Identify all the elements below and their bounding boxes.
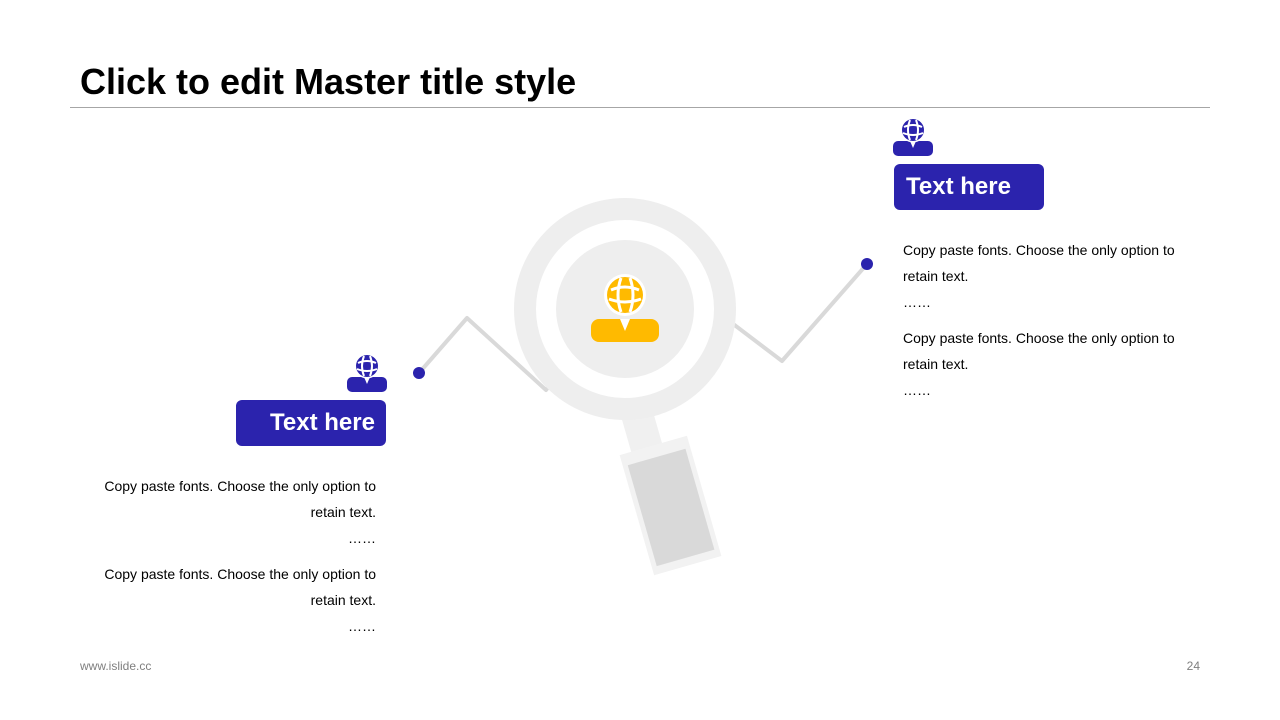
left-ellipsis-1: ……	[348, 530, 376, 546]
right-paragraph-2: Copy paste fonts. Choose the only option…	[903, 330, 1175, 372]
trend-point-start	[413, 367, 425, 379]
left-paragraph-1: Copy paste fonts. Choose the only option…	[104, 478, 376, 520]
right-label-box[interactable]: Text here	[894, 164, 1044, 210]
right-paragraph-1: Copy paste fonts. Choose the only option…	[903, 242, 1175, 284]
left-body-text[interactable]: Copy paste fonts. Choose the only option…	[81, 473, 376, 649]
right-body-text[interactable]: Copy paste fonts. Choose the only option…	[903, 237, 1198, 413]
page-number: 24	[1186, 659, 1200, 673]
left-label-text: Text here	[270, 409, 375, 436]
footer-url: www.islide.cc	[80, 659, 152, 673]
left-paragraph-2: Copy paste fonts. Choose the only option…	[104, 566, 376, 608]
left-label-box[interactable]: Text here	[236, 400, 386, 446]
right-ellipsis-1: ……	[903, 294, 931, 310]
right-ellipsis-2: ……	[903, 382, 931, 398]
slide: Click to edit Master title style Text he…	[0, 0, 1280, 720]
magnifier-handle	[619, 409, 722, 576]
trend-point-end	[861, 258, 873, 270]
right-label-text: Text here	[906, 173, 1011, 200]
left-ellipsis-2: ……	[348, 618, 376, 634]
globe-person-icon	[893, 117, 933, 156]
globe-person-icon	[347, 353, 387, 392]
